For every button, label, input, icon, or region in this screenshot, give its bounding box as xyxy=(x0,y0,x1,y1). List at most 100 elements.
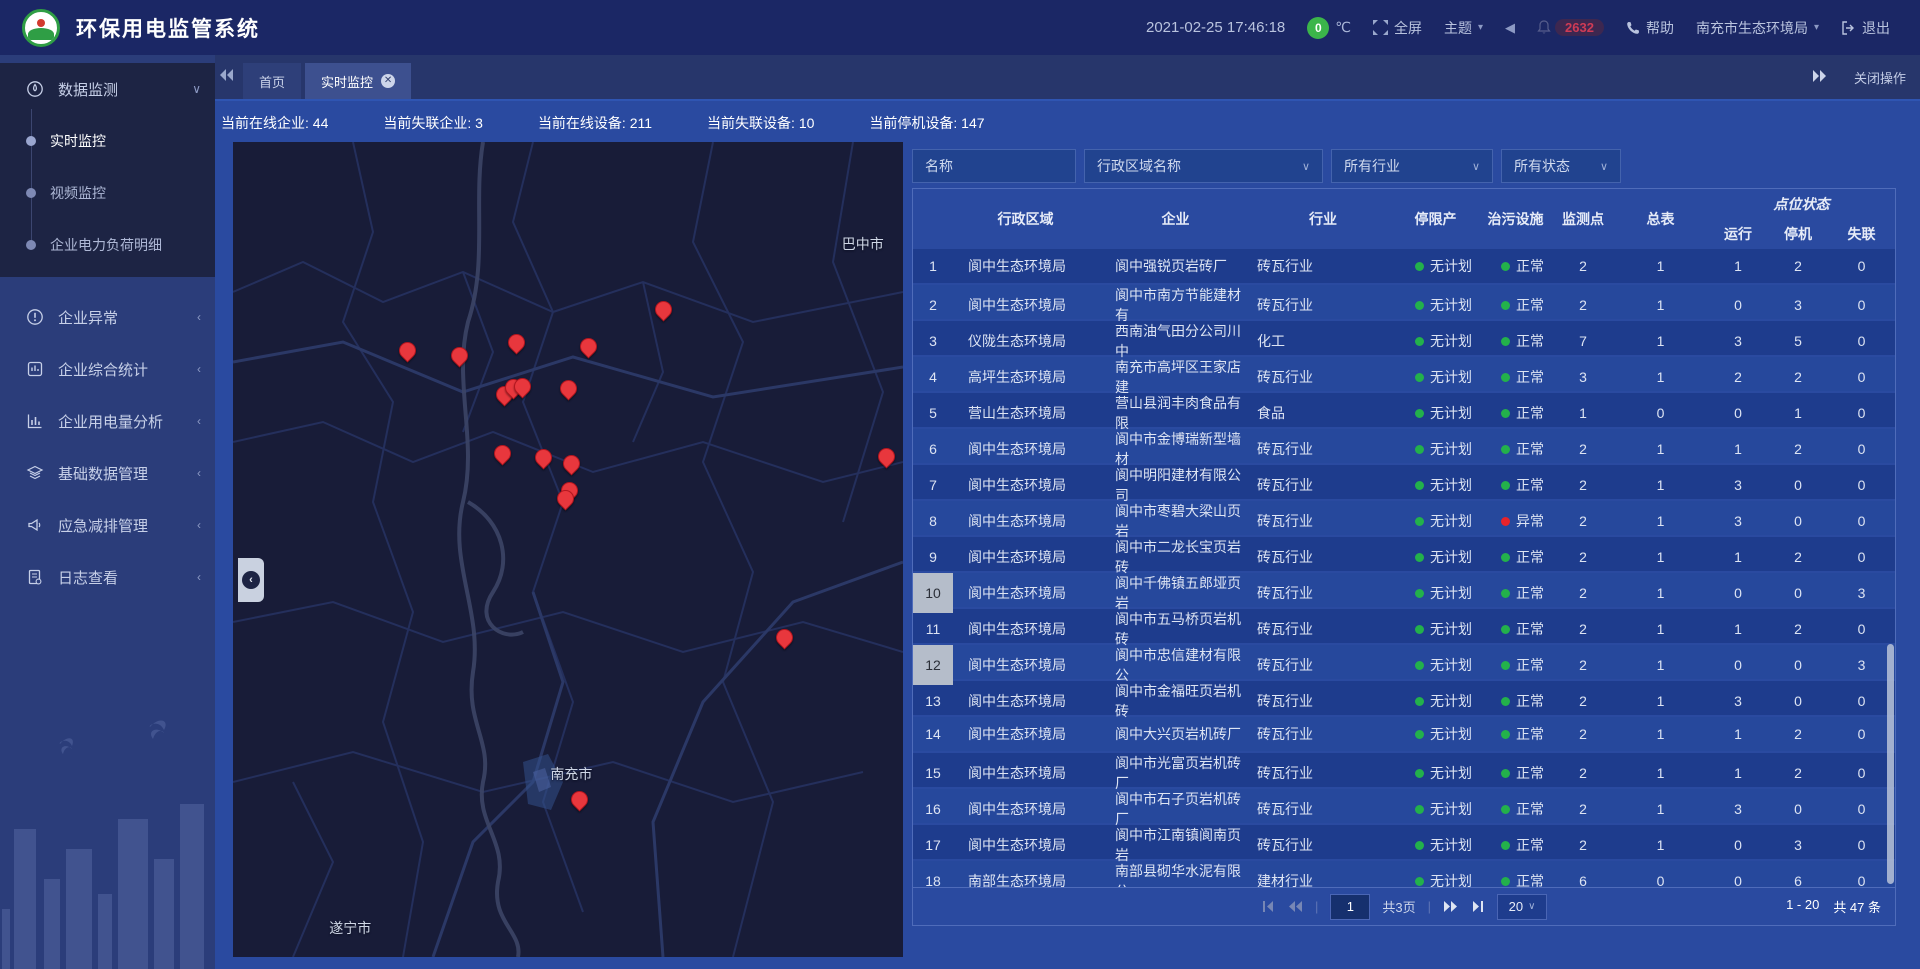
table-row[interactable]: 16阆中生态环境局阆中市石子页岩机砖厂砖瓦行业无计划正常21300 xyxy=(913,789,1895,823)
table-row[interactable]: 17阆中生态环境局阆中市江南镇阆南页岩砖瓦行业无计划正常21030 xyxy=(913,825,1895,859)
table-row[interactable]: 2阆中生态环境局阆中市南方节能建材有砖瓦行业无计划正常21030 xyxy=(913,285,1895,319)
sidebar-item-label: 应急减排管理 xyxy=(58,515,197,536)
status-dot-green xyxy=(1415,625,1424,634)
pagination-controls: | 共3页 | xyxy=(1261,894,1547,920)
user-dropdown[interactable]: 南充市生态环境局 ▾ xyxy=(1696,18,1819,38)
page-size-select[interactable]: 20 ∨ xyxy=(1497,894,1547,920)
notifications[interactable]: 2632 xyxy=(1537,19,1604,36)
next-page-button[interactable] xyxy=(1443,900,1459,913)
facility-status-label: 正常 xyxy=(1516,835,1544,855)
cell-index: 16 xyxy=(913,789,953,829)
table-scrollbar-thumb[interactable] xyxy=(1887,644,1894,884)
facility-status-label: 正常 xyxy=(1516,475,1544,495)
cell-run-count: 0 xyxy=(1708,393,1768,433)
facility-status-label: 正常 xyxy=(1516,724,1544,744)
table-row[interactable]: 14阆中生态环境局阆中大兴页岩机砖厂砖瓦行业无计划正常21120 xyxy=(913,717,1895,751)
table-row[interactable]: 12阆中生态环境局阆中市忠信建材有限公砖瓦行业无计划正常21003 xyxy=(913,645,1895,679)
prev-page-button[interactable] xyxy=(1287,900,1303,913)
stop-status-label: 无计划 xyxy=(1430,871,1472,887)
help-button[interactable]: 帮助 xyxy=(1626,18,1674,38)
tab-scroll-left-button[interactable] xyxy=(219,68,235,86)
theme-dropdown[interactable]: 主题 ▾ xyxy=(1444,18,1483,38)
cell-company: 南部县砌华水泥有限公 xyxy=(1098,861,1253,887)
table-row[interactable]: 4高坪生态环境局南充市高坪区王家店建砖瓦行业无计划正常31220 xyxy=(913,357,1895,391)
chevron-down-icon: ∨ xyxy=(1302,160,1310,173)
cell-index: 14 xyxy=(913,717,953,751)
cell-halt-count: 0 xyxy=(1768,681,1828,721)
sidebar-item-应急减排管理[interactable]: 应急减排管理‹ xyxy=(0,499,215,551)
page-number-input[interactable] xyxy=(1330,894,1370,920)
sidebar-item-数据监测[interactable]: 数据监测∨ xyxy=(0,63,215,115)
status-dot-green xyxy=(1501,553,1510,562)
fullscreen-button[interactable]: 全屏 xyxy=(1373,18,1422,38)
facility-status-label: 异常 xyxy=(1516,511,1544,531)
cell-index: 4 xyxy=(913,357,953,397)
cell-lost-count: 0 xyxy=(1828,717,1895,751)
status-filter-select[interactable]: 所有状态 ∨ xyxy=(1501,149,1621,183)
last-page-button[interactable] xyxy=(1471,900,1485,913)
tab-首页[interactable]: 首页 xyxy=(243,63,301,99)
status-dot-green xyxy=(1415,481,1424,490)
table-row[interactable]: 6阆中生态环境局阆中市金博瑞新型墙材砖瓦行业无计划正常21120 xyxy=(913,429,1895,463)
status-dot-green xyxy=(1415,445,1424,454)
sidebar-subitem-实时监控[interactable]: 实时监控 xyxy=(0,115,215,167)
last-page-icon xyxy=(1471,900,1485,913)
table-row[interactable]: 3仪陇生态环境局西南油气田分公司川中化工无计划正常71350 xyxy=(913,321,1895,355)
tab-scroll-right-button[interactable] xyxy=(1812,70,1828,85)
industry-filter-select[interactable]: 所有行业 ∨ xyxy=(1331,149,1493,183)
cell-lost-count: 0 xyxy=(1828,501,1895,541)
cell-monitor-count: 2 xyxy=(1553,537,1613,577)
close-operations-button[interactable]: 关闭操作 xyxy=(1854,68,1906,87)
cell-region: 南部生态环境局 xyxy=(953,861,1098,887)
table-row[interactable]: 15阆中生态环境局阆中市光富页岩机砖厂砖瓦行业无计划正常21120 xyxy=(913,753,1895,787)
sidebar-subitem-label: 企业电力负荷明细 xyxy=(50,235,162,255)
map-collapse-button[interactable]: ‹ xyxy=(238,558,264,602)
table-row[interactable]: 10阆中生态环境局阆中千佛镇五郎垭页岩砖瓦行业无计划正常21003 xyxy=(913,573,1895,607)
table-row[interactable]: 9阆中生态环境局阆中市二龙长宝页岩砖砖瓦行业无计划正常21120 xyxy=(913,537,1895,571)
status-dot-green xyxy=(1501,445,1510,454)
sidebar-item-企业用电量分析[interactable]: 企业用电量分析‹ xyxy=(0,395,215,447)
logout-button[interactable]: 退出 xyxy=(1841,18,1890,38)
facility-status-label: 正常 xyxy=(1516,295,1544,315)
table-row[interactable]: 1阆中生态环境局阆中强锐页岩砖厂砖瓦行业无计划正常21120 xyxy=(913,249,1895,283)
sidebar-subitem-视频监控[interactable]: 视频监控 xyxy=(0,167,215,219)
table-row[interactable]: 7阆中生态环境局阆中明阳建材有限公司砖瓦行业无计划正常21300 xyxy=(913,465,1895,499)
cell-lost-count: 0 xyxy=(1828,393,1895,433)
status-dot-green xyxy=(1501,625,1510,634)
cell-run-count: 3 xyxy=(1708,789,1768,829)
col-group-point-status: 点位状态 xyxy=(1708,189,1895,219)
close-icon[interactable]: ✕ xyxy=(381,74,395,88)
cell-region: 营山生态环境局 xyxy=(953,393,1098,433)
table-row[interactable]: 13阆中生态环境局阆中市金福旺页岩机砖砖瓦行业无计划正常21300 xyxy=(913,681,1895,715)
cell-index: 18 xyxy=(913,861,953,887)
cell-monitor-count: 2 xyxy=(1553,681,1613,721)
chevron-left-icon: ‹ xyxy=(197,310,201,324)
sidebar-item-日志查看[interactable]: 日志查看‹ xyxy=(0,551,215,603)
sidebar-item-企业综合统计[interactable]: 企业综合统计‹ xyxy=(0,343,215,395)
cell-region: 阆中生态环境局 xyxy=(953,753,1098,793)
tab-实时监控[interactable]: 实时监控✕ xyxy=(305,63,411,99)
table-row[interactable]: 8阆中生态环境局阆中市枣碧大梁山页岩砖瓦行业无计划异常21300 xyxy=(913,501,1895,535)
map-city-label: 南充市 xyxy=(550,764,592,784)
cell-total-meter: 1 xyxy=(1613,501,1708,541)
cell-index: 8 xyxy=(913,501,953,541)
map-panel[interactable]: 巴中市南充市遂宁市 ‹ xyxy=(233,142,903,957)
sidebar-subitem-企业电力负荷明细[interactable]: 企业电力负荷明细 xyxy=(0,219,215,271)
table-row[interactable]: 11阆中生态环境局阆中市五马桥页岩机砖砖瓦行业无计划正常21120 xyxy=(913,609,1895,643)
table-row[interactable]: 5营山生态环境局营山县润丰肉食品有限食品无计划正常10010 xyxy=(913,393,1895,427)
table-row[interactable]: 18南部生态环境局南部县砌华水泥有限公建材行业无计划正常60060 xyxy=(913,861,1895,887)
bullet-dot-icon xyxy=(26,188,36,198)
sound-mute-button[interactable]: ◀ xyxy=(1505,20,1515,36)
sidebar-item-基础数据管理[interactable]: 基础数据管理‹ xyxy=(0,447,215,499)
stat-item: 当前失联企业: 3 xyxy=(383,113,483,133)
sidebar-item-企业异常[interactable]: 企业异常‹ xyxy=(0,291,215,343)
name-filter-input[interactable] xyxy=(925,158,1063,174)
cell-company: 阆中市忠信建材有限公 xyxy=(1098,645,1253,685)
region-filter-select[interactable]: 行政区域名称 ∨ xyxy=(1084,149,1323,183)
cell-monitor-count: 2 xyxy=(1553,825,1613,865)
map-city-label: 遂宁市 xyxy=(329,918,371,938)
first-page-button[interactable] xyxy=(1261,900,1275,913)
cell-industry: 食品 xyxy=(1253,393,1393,433)
cell-total-meter: 1 xyxy=(1613,753,1708,793)
cell-run-count: 1 xyxy=(1708,609,1768,649)
